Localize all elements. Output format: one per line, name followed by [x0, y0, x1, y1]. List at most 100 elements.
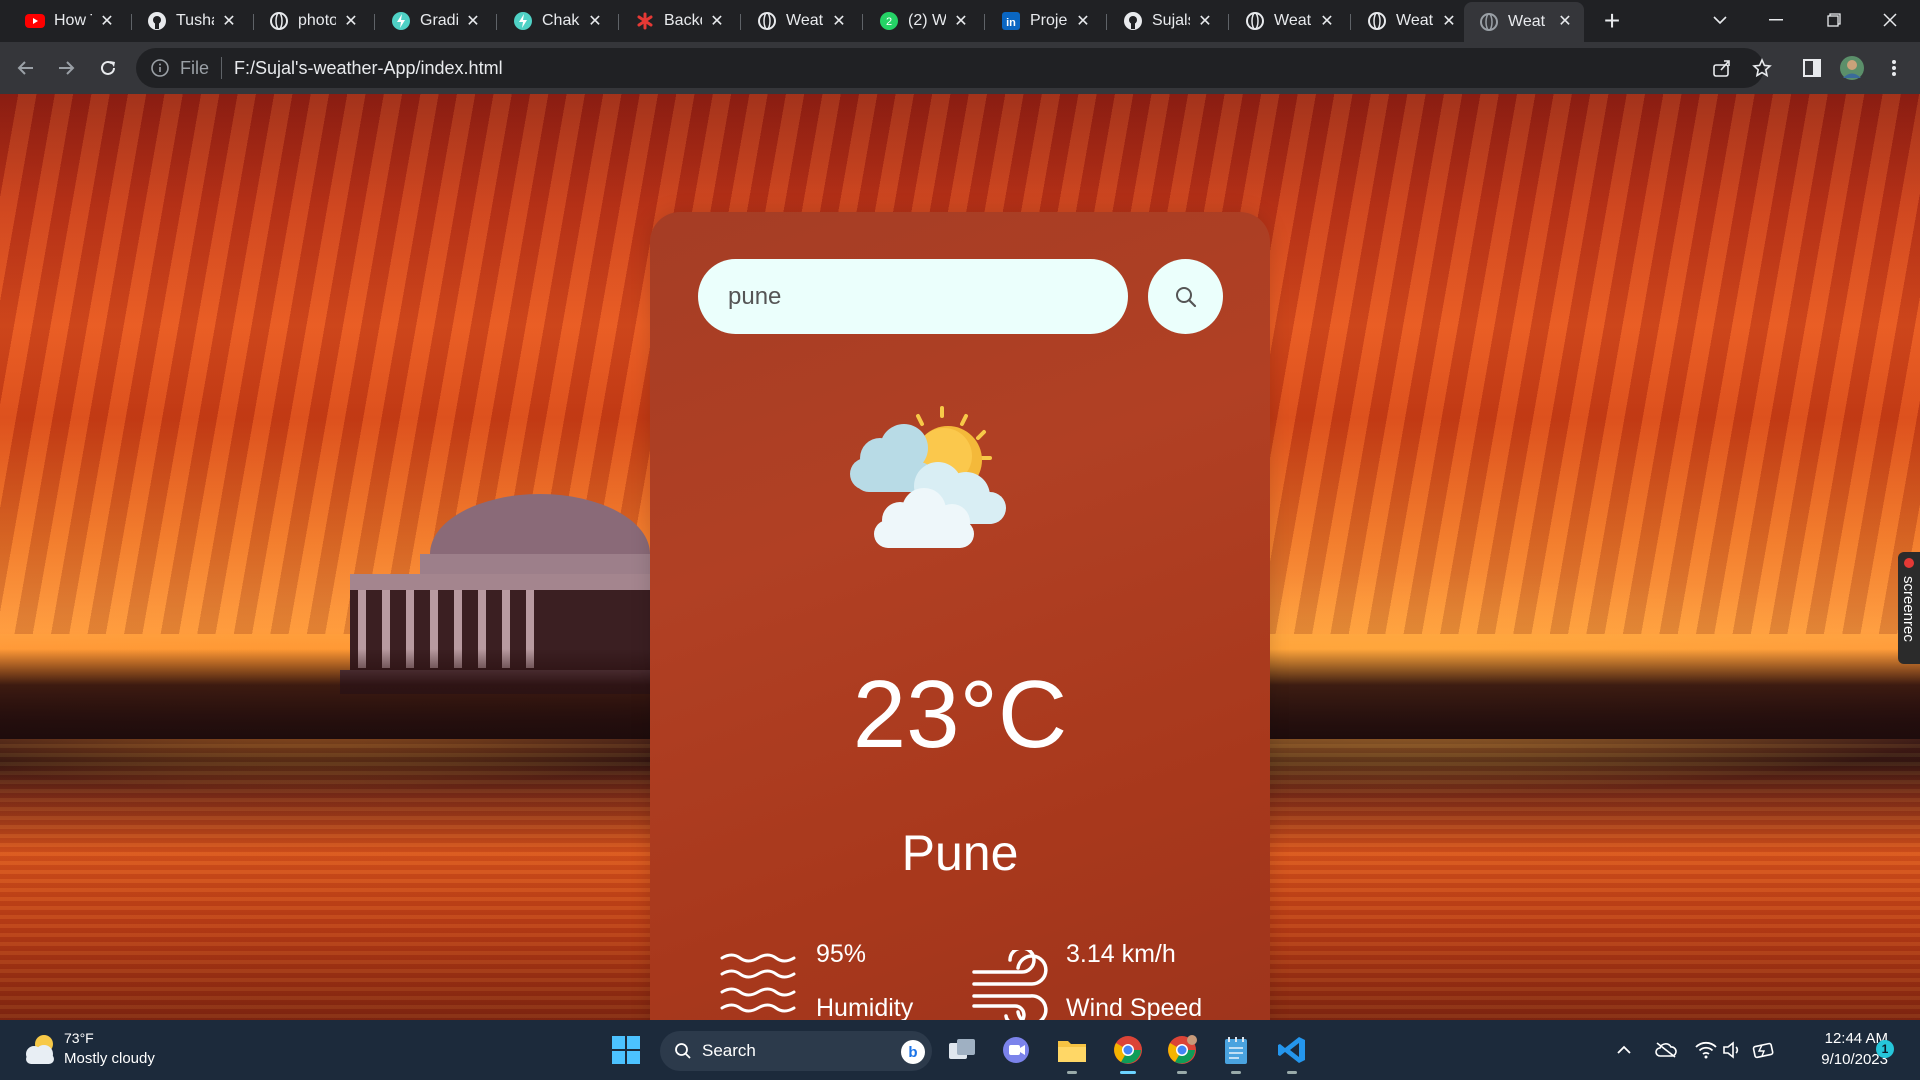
arrow-right-icon: [59, 61, 75, 75]
close-icon[interactable]: ✕: [952, 12, 970, 30]
close-icon[interactable]: ✕: [342, 12, 360, 30]
profile-avatar[interactable]: [1838, 54, 1866, 82]
tab-separator: [1350, 14, 1351, 30]
tab-label: Weath: [786, 12, 824, 29]
close-icon[interactable]: ✕: [1074, 12, 1092, 30]
close-icon[interactable]: ✕: [1318, 12, 1336, 30]
address-bar[interactable]: File F:/Sujal's-weather-App/index.html: [136, 48, 1764, 88]
forward-button[interactable]: [52, 54, 80, 82]
tab-chakra[interactable]: Chakr ✕: [498, 6, 614, 36]
taskbar-search[interactable]: Search b: [660, 1031, 932, 1071]
tab-label: Weath: [1508, 13, 1546, 30]
close-icon[interactable]: ✕: [1196, 12, 1214, 30]
close-window-button[interactable]: [1862, 0, 1918, 40]
volume-button[interactable]: [1720, 1038, 1744, 1062]
tab-separator: [618, 14, 619, 30]
tab-label: photo: [298, 12, 336, 29]
close-icon[interactable]: ✕: [708, 12, 726, 30]
more-vertical-icon: [1892, 60, 1896, 76]
menu-button[interactable]: [1880, 54, 1908, 82]
taskbar-weather-temp: 73°F: [64, 1030, 94, 1046]
tab-youtube[interactable]: How T ✕: [10, 6, 126, 36]
github-icon: [146, 10, 168, 32]
tab-github-sujal[interactable]: Sujals ✕: [1108, 6, 1224, 36]
divider: [221, 57, 223, 79]
vscode-icon: [1278, 1037, 1305, 1063]
chrome-button[interactable]: [1110, 1032, 1146, 1074]
taskbar-weather-desc: Mostly cloudy: [64, 1050, 155, 1067]
temperature-value: 23°C: [852, 661, 1068, 768]
tab-backdrop[interactable]: Backd ✕: [620, 6, 736, 36]
chevron-down-icon: [1713, 16, 1727, 25]
bookmark-button[interactable]: [1748, 54, 1776, 82]
close-icon[interactable]: ✕: [586, 12, 604, 30]
tab-weather-active[interactable]: Weath ✕: [1464, 2, 1584, 42]
tab-weather-2[interactable]: Weath ✕: [1230, 6, 1346, 36]
battery-button[interactable]: [1752, 1038, 1776, 1062]
city-name: Pune: [901, 825, 1019, 881]
tab-weather-3[interactable]: Weath ✕: [1352, 6, 1468, 36]
tab-label: Chakr: [542, 12, 580, 29]
vscode-button[interactable]: [1274, 1032, 1310, 1074]
humidity-icon: [720, 953, 796, 1013]
close-icon[interactable]: ✕: [830, 12, 848, 30]
close-icon[interactable]: ✕: [1440, 12, 1458, 30]
record-icon: [1904, 558, 1914, 568]
url-text[interactable]: F:/Sujal's-weather-App/index.html: [234, 58, 503, 79]
tab-whatsapp[interactable]: 2 (2) Wh ✕: [864, 6, 980, 36]
notepad-icon: [1225, 1037, 1247, 1064]
screenrec-widget[interactable]: screenrec: [1898, 552, 1920, 664]
notification-badge[interactable]: 1: [1876, 1040, 1894, 1058]
close-icon[interactable]: ✕: [1556, 12, 1574, 30]
tab-separator: [862, 14, 863, 30]
partly-cloudy-icon: [26, 1035, 54, 1064]
close-icon: [1883, 13, 1897, 27]
tab-github-tushar[interactable]: Tusha ✕: [132, 6, 248, 36]
tab-linkedin[interactable]: in Projec ✕: [986, 6, 1102, 36]
tab-gradient[interactable]: Gradie ✕: [376, 6, 492, 36]
github-icon: [1122, 10, 1144, 32]
restore-button[interactable]: [1806, 0, 1862, 40]
search-button[interactable]: [1148, 259, 1223, 334]
svg-text:2: 2: [886, 16, 892, 28]
running-indicator: [1177, 1071, 1187, 1074]
tab-photo[interactable]: photo ✕: [254, 6, 370, 36]
reload-button[interactable]: [94, 54, 122, 82]
start-button[interactable]: [608, 1032, 644, 1068]
search-icon: [675, 1043, 691, 1059]
show-hidden-icons-button[interactable]: [1612, 1038, 1636, 1062]
tab-separator: [740, 14, 741, 30]
close-icon[interactable]: ✕: [220, 12, 238, 30]
tab-separator: [1228, 14, 1229, 30]
back-button[interactable]: [12, 54, 40, 82]
screenrec-label: screenrec: [1900, 576, 1917, 642]
share-icon: [1713, 60, 1730, 77]
tab-search-button[interactable]: [1692, 0, 1748, 40]
cloud-offline-icon: [1655, 1042, 1677, 1058]
new-tab-button[interactable]: +: [1598, 7, 1626, 36]
tab-label: Projec: [1030, 12, 1068, 29]
notepad-button[interactable]: [1218, 1032, 1254, 1074]
side-panel-button[interactable]: [1798, 54, 1826, 82]
file-explorer-button[interactable]: [1054, 1032, 1090, 1074]
wifi-button[interactable]: [1694, 1038, 1718, 1062]
taskbar-weather-widget[interactable]: 73°F Mostly cloudy: [0, 1020, 180, 1080]
tab-weather-1[interactable]: Weath ✕: [742, 6, 858, 36]
city-search-input[interactable]: [698, 259, 1128, 334]
minimize-button[interactable]: [1748, 0, 1804, 40]
close-icon[interactable]: ✕: [464, 12, 482, 30]
asterisk-icon: [634, 10, 656, 32]
onedrive-button[interactable]: [1654, 1038, 1678, 1062]
tab-label: How T: [54, 12, 92, 29]
tab-label: Tusha: [176, 12, 214, 29]
chrome-profile-button[interactable]: [1164, 1032, 1200, 1074]
tab-label: Gradie: [420, 12, 458, 29]
share-button[interactable]: [1708, 54, 1736, 82]
teams-chat-button[interactable]: [998, 1032, 1034, 1068]
linkedin-icon: in: [1000, 10, 1022, 32]
close-icon[interactable]: ✕: [98, 12, 116, 30]
tab-separator: [984, 14, 985, 30]
bolt-icon: [390, 10, 412, 32]
task-view-button[interactable]: [944, 1032, 980, 1068]
search-icon: [1175, 286, 1196, 307]
